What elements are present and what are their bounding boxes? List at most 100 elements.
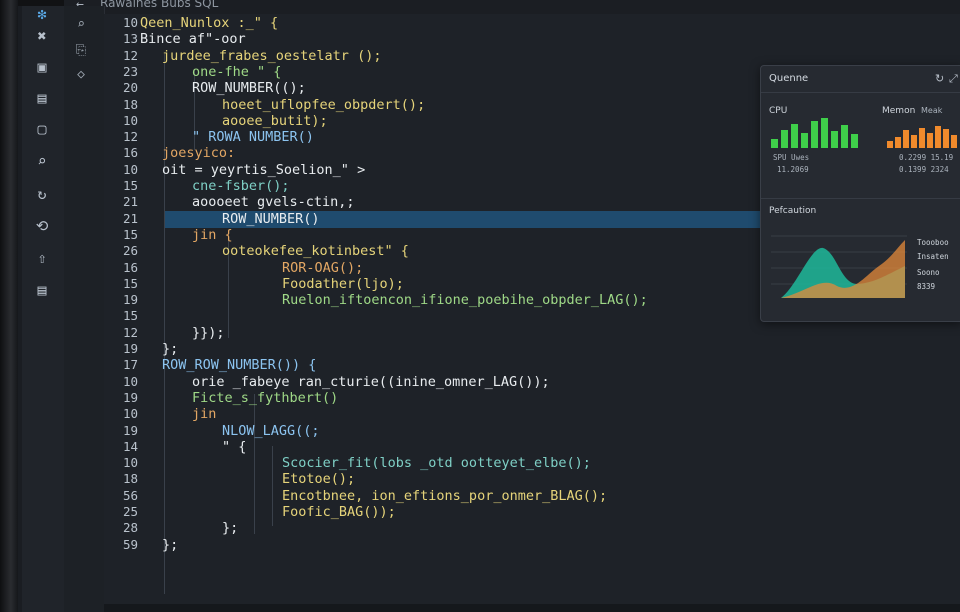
code-line: Ruelon_iftoencon_ifione_poebihe_obpder_L… [282,292,648,309]
git-branch-icon[interactable]: ❇ [32,4,52,24]
cpu-label: CPU [769,106,788,116]
performance-legend: Insaten [917,252,949,261]
rotate-icon[interactable]: ⟲ [32,216,52,236]
line-number: 18 [122,471,138,487]
screen-bezel [0,0,18,612]
chart-bar [943,129,949,148]
refresh-icon[interactable]: ↻ [935,72,944,85]
code-line: ROR-OAG(); [282,259,364,276]
code-line: jurdee_frabes_oestelatr (); [162,47,382,64]
activity-bar: ❇ ✖ ▣ ▤ ▢ ⌕ ↻ ⟲ ⇧ ▤ [22,4,65,612]
scissors-icon[interactable]: ✖ [32,26,52,46]
code-line: Bince af"-oor [140,31,246,48]
code-line: hoeet_uflopfee_obpdert(); [222,96,426,113]
chart-bar [903,130,909,148]
line-number: 16 [122,259,138,275]
line-number: 10 [122,112,138,128]
line-number: 10 [122,406,138,422]
side-toolbar: ⌕ ⎘ ◇ [64,6,105,612]
line-number: 15 [122,308,138,324]
copy-icon[interactable]: ⎘ [72,42,90,60]
code-line: " { [222,438,247,455]
code-line: aoooeet gvels-ctin,; [192,194,355,211]
line-number: 19 [122,292,138,308]
performance-legend: Toooboo [917,238,949,247]
line-number: 19 [122,422,138,438]
code-line: jin [192,406,217,423]
line-number: 10 [122,373,138,389]
line-number: 25 [122,504,138,519]
line-number: 19 [122,341,138,356]
line-number: 17 [122,357,138,373]
memory-sublabel: Meak [921,106,943,115]
search-icon[interactable]: ⌕ [72,16,90,34]
code-line: ROW_NUMBER((); [192,80,306,97]
line-number: 12 [122,47,138,63]
chart-bar [791,124,798,148]
performance-area-chart [771,235,907,298]
line-number: 12 [122,129,138,145]
code-line: orie _fabeye ran_cturie((inine_omner_LAG… [192,373,550,390]
layers-icon[interactable]: ▣ [32,57,52,77]
code-line: Qeen_Nunlox :_" { [140,15,279,31]
chart-bar [771,139,778,148]
code-line: Etotoe(); [282,471,356,488]
line-number: 18 [122,96,138,112]
line-number: 16 [122,145,138,161]
panel-title: Quenne [769,73,809,84]
line-number: 59 [122,536,138,552]
chart-bar [919,128,925,148]
performance-legend: Soono [917,268,940,277]
line-number: 13 [122,31,138,47]
line-number: 10 [122,161,138,177]
title-bar: ← Rawaines Bubs SQL [64,0,960,14]
code-line: NLOW_LAGG((; [222,422,320,439]
export-icon[interactable]: ⇧ [32,248,52,268]
chart-bar [801,133,808,148]
resource-monitor-panel: Quenne ↻ ⤢ CPU Memon Meak SPU Uwes 11.20… [760,65,960,322]
code-line: }; [222,520,239,537]
expand-icon[interactable]: ⤢ [949,72,958,86]
line-number: 12 [122,324,138,340]
cpu-stat: SPU Uwes [773,153,810,162]
line-number: 20 [122,80,138,96]
code-line: ROW_ROW_NUMBER()) { [162,357,317,374]
memory-stat: 0.1399 2324 [899,165,949,174]
line-number: 14 [122,438,138,454]
chart-bar [927,133,933,148]
code-line: cne-fsber(); [192,178,290,194]
code-line: Foofic_BAG()); [282,504,396,520]
search-icon[interactable]: ⌕ [32,151,52,171]
code-line: ROW_NUMBER() [222,210,320,227]
panel-icon[interactable]: ▤ [32,280,52,300]
line-number: 15 [122,178,138,193]
performance-label: Pefcaution [769,206,817,216]
refresh-icon[interactable]: ↻ [32,184,52,204]
line-number: 21 [122,194,138,210]
code-line: }; [162,341,179,357]
code-line: Ficte_s_fythbert() [192,389,339,406]
diamond-icon[interactable]: ◇ [72,66,90,84]
code-line: jin { [192,226,233,243]
line-number: 21 [122,210,138,226]
line-number: 26 [122,243,138,259]
code-line: }}); [192,324,225,341]
code-line: " ROWA NUMBER() [192,129,314,146]
line-number: 56 [122,487,138,503]
memory-bar-chart [887,126,960,148]
chart-bar [831,131,838,148]
line-number-gutter: 10 13 12 23 20 18 10 12 16 10 15 21 21 15 26 16 15 19 15 12… [104,14,144,604]
chart-bar [911,135,917,148]
code-line: }; [162,536,179,553]
chart-bar [811,121,818,148]
code-line: one-fhe " { [192,63,282,80]
table-icon[interactable]: ▤ [32,88,52,108]
indent-guide [164,54,165,594]
code-line: ooteokefee_kotinbest" { [222,243,409,260]
indent-guide [272,446,273,526]
box-icon[interactable]: ▢ [32,119,52,139]
line-number: 10 [122,15,138,30]
code-line: Scocier_fit(lobs _otd ootteyet_elbe(); [282,455,591,472]
window-title: Rawaines Bubs SQL [100,0,219,10]
line-number: 15 [122,226,138,242]
